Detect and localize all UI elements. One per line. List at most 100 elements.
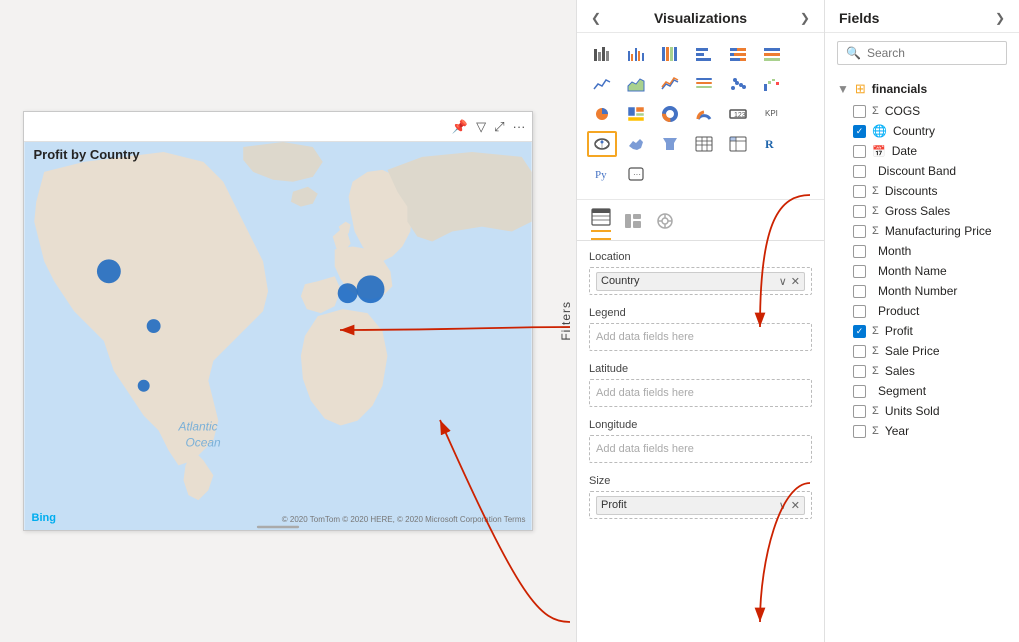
- fields-chevron-right[interactable]: ❯: [995, 11, 1005, 25]
- field-item[interactable]: ΣProfit: [825, 321, 1019, 341]
- field-checkbox[interactable]: [853, 405, 866, 418]
- field-item[interactable]: Month: [825, 241, 1019, 261]
- field-checkbox[interactable]: [853, 105, 866, 118]
- field-checkbox[interactable]: [853, 345, 866, 358]
- field-item[interactable]: ΣCOGS: [825, 101, 1019, 121]
- expand-icon[interactable]: ⤢: [494, 119, 504, 135]
- viz-waterfall[interactable]: [757, 71, 787, 97]
- size-box[interactable]: Profit ∨ ✕: [589, 491, 812, 519]
- field-checkbox[interactable]: [853, 425, 866, 438]
- field-item[interactable]: ΣUnits Sold: [825, 401, 1019, 421]
- sigma-icon: Σ: [872, 185, 879, 197]
- viz-r-script[interactable]: R: [757, 131, 787, 157]
- field-item[interactable]: Product: [825, 301, 1019, 321]
- size-chip: Profit ∨ ✕: [596, 496, 805, 515]
- longitude-label: Longitude: [589, 419, 812, 431]
- location-chip-actions[interactable]: ∨ ✕: [779, 275, 800, 288]
- field-item[interactable]: ΣGross Sales: [825, 201, 1019, 221]
- viz-grouped-bar[interactable]: [621, 41, 651, 67]
- search-input[interactable]: [867, 46, 998, 60]
- field-name: Date: [892, 144, 917, 158]
- viz-area[interactable]: [621, 71, 651, 97]
- field-item[interactable]: 🌐Country: [825, 121, 1019, 141]
- search-box[interactable]: 🔍: [837, 41, 1007, 65]
- field-checkbox[interactable]: [853, 265, 866, 278]
- size-chip-chevron[interactable]: ∨: [779, 499, 787, 512]
- viz-line2[interactable]: [655, 71, 685, 97]
- viz-custom-1[interactable]: ···: [621, 161, 651, 187]
- viz-horizontal-bar[interactable]: [689, 41, 719, 67]
- build-tab-format[interactable]: [623, 212, 643, 236]
- viz-filled-map[interactable]: [621, 131, 651, 157]
- field-checkbox[interactable]: [853, 185, 866, 198]
- viz-map[interactable]: [587, 131, 617, 157]
- table-icon: ⊞: [855, 81, 866, 97]
- map-content: Atlantic Ocean: [24, 142, 532, 530]
- field-item[interactable]: Segment: [825, 381, 1019, 401]
- size-chip-actions[interactable]: ∨ ✕: [779, 499, 800, 512]
- field-item[interactable]: ΣSale Price: [825, 341, 1019, 361]
- field-checkbox[interactable]: [853, 385, 866, 398]
- viz-treemap[interactable]: [621, 101, 651, 127]
- field-checkbox[interactable]: [853, 245, 866, 258]
- sigma-icon: Σ: [872, 105, 879, 117]
- field-checkbox[interactable]: [853, 305, 866, 318]
- sigma-icon: Σ: [872, 425, 879, 437]
- field-item[interactable]: Month Number: [825, 281, 1019, 301]
- viz-donut[interactable]: [655, 101, 685, 127]
- field-item[interactable]: Month Name: [825, 261, 1019, 281]
- size-chip-close[interactable]: ✕: [791, 499, 800, 512]
- field-checkbox[interactable]: [853, 225, 866, 238]
- field-item[interactable]: ΣYear: [825, 421, 1019, 441]
- location-chip-chevron[interactable]: ∨: [779, 275, 787, 288]
- legend-box[interactable]: Add data fields here: [589, 323, 812, 351]
- build-tab-analytics[interactable]: [655, 212, 675, 236]
- location-chip-close[interactable]: ✕: [791, 275, 800, 288]
- field-checkbox[interactable]: [853, 165, 866, 178]
- build-tab-fields[interactable]: [591, 208, 611, 240]
- field-item[interactable]: Discount Band: [825, 161, 1019, 181]
- field-checkbox[interactable]: [853, 365, 866, 378]
- longitude-well: Longitude Add data fields here: [589, 419, 812, 463]
- field-item[interactable]: ΣSales: [825, 361, 1019, 381]
- filter-icon[interactable]: ▽: [476, 119, 486, 135]
- viz-table-grid[interactable]: [689, 131, 719, 157]
- viz-kpi[interactable]: KPI: [757, 101, 787, 127]
- viz-100-bar[interactable]: [655, 41, 685, 67]
- legend-placeholder: Add data fields here: [596, 331, 694, 343]
- viz-stacked-hbar[interactable]: [723, 41, 753, 67]
- viz-pie[interactable]: [587, 101, 617, 127]
- field-item[interactable]: ΣDiscounts: [825, 181, 1019, 201]
- field-item[interactable]: ΣManufacturing Price: [825, 221, 1019, 241]
- more-icon[interactable]: ···: [513, 119, 526, 134]
- viz-matrix[interactable]: [723, 131, 753, 157]
- field-checkbox[interactable]: [853, 325, 866, 338]
- search-icon: 🔍: [846, 46, 861, 60]
- right-panels: ❮ Visualizations ❯: [577, 0, 1019, 642]
- viz-ribbon[interactable]: [689, 71, 719, 97]
- viz-chevron-left[interactable]: ❮: [591, 11, 601, 25]
- viz-card[interactable]: 123: [723, 101, 753, 127]
- latitude-box[interactable]: Add data fields here: [589, 379, 812, 407]
- latitude-label: Latitude: [589, 363, 812, 375]
- pin-icon[interactable]: 📌: [452, 119, 468, 135]
- field-checkbox[interactable]: [853, 125, 866, 138]
- viz-stacked-bar[interactable]: [587, 41, 617, 67]
- viz-line[interactable]: [587, 71, 617, 97]
- filters-tab[interactable]: Filters: [555, 0, 577, 642]
- longitude-box[interactable]: Add data fields here: [589, 435, 812, 463]
- field-checkbox[interactable]: [853, 285, 866, 298]
- field-checkbox[interactable]: [853, 145, 866, 158]
- field-checkbox[interactable]: [853, 205, 866, 218]
- viz-100-hbar[interactable]: [757, 41, 787, 67]
- viz-funnel[interactable]: [655, 131, 685, 157]
- field-group-financials[interactable]: ▼ ⊞ financials: [825, 77, 1019, 101]
- field-group-name: financials: [872, 82, 927, 96]
- field-name: Profit: [885, 324, 913, 338]
- viz-gauge[interactable]: [689, 101, 719, 127]
- field-item[interactable]: 📅Date: [825, 141, 1019, 161]
- location-box[interactable]: Country ∨ ✕: [589, 267, 812, 295]
- viz-chevron-right[interactable]: ❯: [800, 11, 810, 25]
- viz-python[interactable]: Py: [587, 161, 617, 187]
- viz-scatter[interactable]: [723, 71, 753, 97]
